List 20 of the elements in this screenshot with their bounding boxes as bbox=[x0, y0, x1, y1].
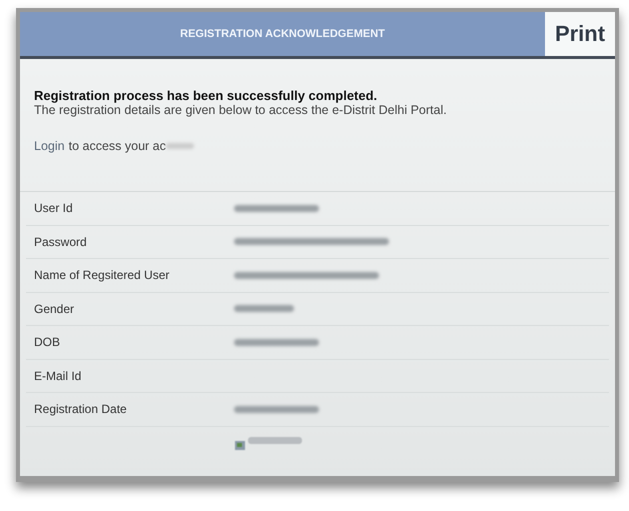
blurred-value-icon bbox=[234, 272, 379, 279]
field-label: Name of Regsitered User bbox=[34, 268, 170, 282]
print-button[interactable]: Print bbox=[545, 12, 615, 56]
login-link[interactable]: Login bbox=[34, 139, 65, 153]
success-message: Registration process has been successfully completed. bbox=[34, 89, 378, 103]
details-note: The registration details are given below to access the e-Distrit Delhi Portal. bbox=[34, 103, 448, 117]
blurred-value-icon bbox=[234, 305, 294, 312]
login-text: to access your ac bbox=[68, 139, 166, 153]
field-label: Gender bbox=[34, 302, 74, 316]
header-title: REGISTRATION ACKNOWLEDGEMENT bbox=[180, 28, 385, 40]
field-label: E-Mail Id bbox=[34, 368, 82, 383]
blurred-text-icon bbox=[166, 143, 194, 149]
field-label: User Id bbox=[34, 201, 73, 216]
field-label: DOB bbox=[34, 335, 60, 350]
blurred-value-icon bbox=[234, 338, 319, 346]
field-label: Registration Date bbox=[34, 402, 127, 416]
blurred-value-icon bbox=[234, 238, 389, 246]
field-label: Password bbox=[34, 234, 87, 249]
blurred-value-icon bbox=[234, 406, 319, 413]
blurred-value-icon bbox=[234, 204, 319, 212]
